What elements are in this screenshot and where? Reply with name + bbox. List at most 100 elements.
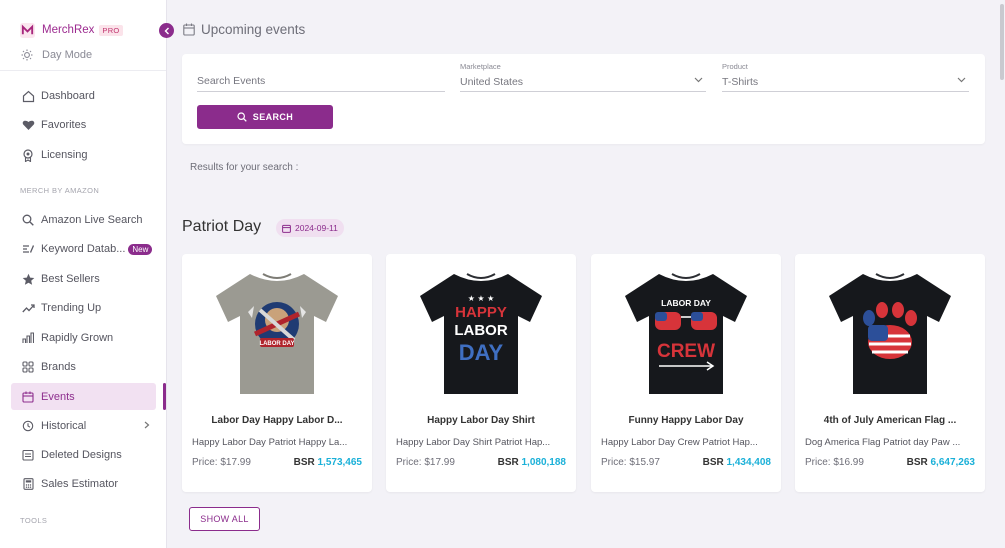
sidebar-item-label: Favorites bbox=[41, 119, 87, 131]
page-title: Upcoming events bbox=[183, 22, 305, 37]
svg-text:LABOR DAY: LABOR DAY bbox=[259, 341, 294, 347]
product-card[interactable]: HAPPY LABOR DAY ★ ★ ★ Happy Labor Day Sh… bbox=[386, 254, 576, 492]
product-value: T-Shirts bbox=[722, 76, 759, 88]
sidebar-item-rapidly-grown[interactable]: Rapidly Grown bbox=[11, 325, 156, 351]
grid-icon bbox=[21, 360, 35, 374]
tshirt-image[interactable]: HAPPY LABOR DAY ★ ★ ★ bbox=[414, 262, 548, 402]
star-icon bbox=[21, 272, 35, 286]
sidebar-item-label: Dashboard bbox=[41, 90, 95, 102]
sidebar-item-keyword-database[interactable]: Keyword Datab... New bbox=[11, 236, 156, 262]
sidebar-item-sales-estimator[interactable]: Sales Estimator bbox=[11, 471, 156, 497]
scrollbar[interactable] bbox=[1000, 4, 1004, 80]
search-card: Marketplace United States Product T-Shir… bbox=[182, 54, 985, 144]
new-badge: New bbox=[128, 243, 153, 255]
results-text: Results for your search : bbox=[190, 162, 299, 173]
sidebar-item-licensing[interactable]: Licensing bbox=[11, 142, 156, 168]
bsr-label: BSR bbox=[906, 457, 928, 468]
bsr-value: 6,647,263 bbox=[930, 457, 976, 468]
marketplace-value: United States bbox=[460, 76, 524, 88]
product-card[interactable]: 4th of July American Flag ... Dog Americ… bbox=[795, 254, 985, 492]
bsr-value: 1,573,465 bbox=[317, 457, 363, 468]
sidebar-item-label: Deleted Designs bbox=[41, 449, 122, 461]
calendar-icon bbox=[282, 224, 291, 233]
sidebar-item-label: Events bbox=[41, 390, 75, 403]
product-card[interactable]: LABOR DAY CREW Funny Happy Labor Day Hap… bbox=[591, 254, 781, 492]
history-icon bbox=[21, 419, 35, 433]
active-indicator bbox=[163, 383, 166, 410]
sidebar-item-label: Sales Estimator bbox=[41, 478, 119, 490]
product-title[interactable]: Labor Day Happy Labor D... bbox=[182, 415, 372, 426]
bsr-value: 1,080,188 bbox=[521, 457, 567, 468]
product-select[interactable]: Product T-Shirts bbox=[722, 62, 969, 92]
sidebar-item-trending-up[interactable]: Trending Up bbox=[11, 295, 156, 321]
heart-icon bbox=[21, 118, 35, 132]
event-date-badge: 2024-09-11 bbox=[276, 219, 344, 237]
search-button[interactable]: SEARCH bbox=[197, 105, 333, 129]
product-bsr: BSR 6,647,263 bbox=[907, 457, 975, 468]
svg-text:★ ★ ★: ★ ★ ★ bbox=[468, 294, 495, 303]
sidebar-item-label: Trending Up bbox=[41, 302, 102, 314]
calendar-icon bbox=[21, 390, 35, 404]
product-price: Price: $16.99 bbox=[805, 457, 864, 468]
sidebar-item-favorites[interactable]: Favorites bbox=[11, 112, 156, 138]
brand-name: MerchRex bbox=[42, 24, 95, 36]
search-icon bbox=[237, 112, 247, 122]
sidebar-item-label: Amazon Live Search bbox=[41, 214, 143, 226]
show-all-button[interactable]: SHOW ALL bbox=[189, 507, 260, 531]
sidebar-item-deleted-designs[interactable]: Deleted Designs bbox=[11, 442, 156, 468]
search-icon bbox=[21, 213, 35, 227]
sidebar-item-events[interactable]: Events bbox=[11, 383, 156, 410]
product-description: Dog America Flag Patriot day Paw ... bbox=[805, 437, 961, 448]
product-title[interactable]: 4th of July American Flag ... bbox=[795, 415, 985, 426]
bsr-label: BSR bbox=[497, 457, 519, 468]
product-label: Product bbox=[722, 62, 748, 71]
sidebar-item-historical[interactable]: Historical bbox=[11, 413, 156, 439]
tshirt-image[interactable]: LABOR DAY CREW bbox=[619, 262, 753, 402]
sidebar-divider bbox=[0, 70, 166, 71]
search-events-input[interactable] bbox=[197, 75, 445, 87]
chevron-right-icon bbox=[144, 420, 150, 432]
product-price: Price: $15.97 bbox=[601, 457, 660, 468]
search-events-field[interactable] bbox=[197, 64, 445, 92]
day-mode-toggle[interactable]: Day Mode bbox=[20, 49, 92, 61]
shirt-body bbox=[625, 274, 747, 394]
svg-text:HAPPY: HAPPY bbox=[455, 304, 507, 321]
home-icon bbox=[21, 89, 35, 103]
sidebar-item-brands[interactable]: Brands bbox=[11, 354, 156, 380]
page-title-text: Upcoming events bbox=[201, 22, 306, 37]
chevron-down-icon bbox=[694, 74, 703, 86]
product-title[interactable]: Funny Happy Labor Day bbox=[591, 415, 781, 426]
keyword-icon bbox=[21, 242, 35, 256]
sidebar-item-amazon-live-search[interactable]: Amazon Live Search bbox=[11, 207, 156, 233]
folder-icon bbox=[21, 448, 35, 462]
event-date-text: 2024-09-11 bbox=[295, 223, 338, 233]
product-description: Happy Labor Day Patriot Happy La... bbox=[192, 437, 348, 448]
product-description: Happy Labor Day Shirt Patriot Hap... bbox=[396, 437, 551, 448]
product-bsr: BSR 1,434,408 bbox=[703, 457, 771, 468]
sidebar-item-label: Licensing bbox=[41, 149, 88, 161]
product-price: Price: $17.99 bbox=[192, 457, 251, 468]
chevron-left-icon bbox=[164, 27, 170, 35]
product-title[interactable]: Happy Labor Day Shirt bbox=[386, 415, 576, 426]
sidebar-item-label: Best Sellers bbox=[41, 273, 100, 285]
sidebar-item-label: Brands bbox=[41, 361, 76, 373]
sidebar-item-dashboard[interactable]: Dashboard bbox=[11, 83, 156, 109]
product-card[interactable]: LABOR DAY Labor Day Happy Labor D... Hap… bbox=[182, 254, 372, 492]
marketplace-select[interactable]: Marketplace United States bbox=[460, 62, 706, 92]
chart-icon bbox=[21, 331, 35, 345]
brand[interactable]: MerchRex PRO bbox=[20, 22, 123, 38]
section-label-merch: MERCH BY AMAZON bbox=[20, 186, 100, 195]
sidebar: MerchRex PRO Day Mode Dashboard Favorite… bbox=[0, 0, 167, 548]
tshirt-image[interactable] bbox=[823, 262, 957, 402]
product-description: Happy Labor Day Crew Patriot Hap... bbox=[601, 437, 758, 448]
tshirt-image[interactable]: LABOR DAY bbox=[210, 262, 344, 402]
svg-text:CREW: CREW bbox=[657, 341, 715, 362]
collapse-sidebar-button[interactable] bbox=[159, 23, 174, 38]
sidebar-item-best-sellers[interactable]: Best Sellers bbox=[11, 266, 156, 292]
calendar-icon bbox=[183, 23, 195, 36]
trending-up-icon bbox=[21, 301, 35, 315]
marketplace-label: Marketplace bbox=[460, 62, 501, 71]
section-label-tools: TOOLS bbox=[20, 516, 48, 525]
sidebar-item-label: Historical bbox=[41, 420, 87, 432]
product-bsr: BSR 1,573,465 bbox=[294, 457, 362, 468]
